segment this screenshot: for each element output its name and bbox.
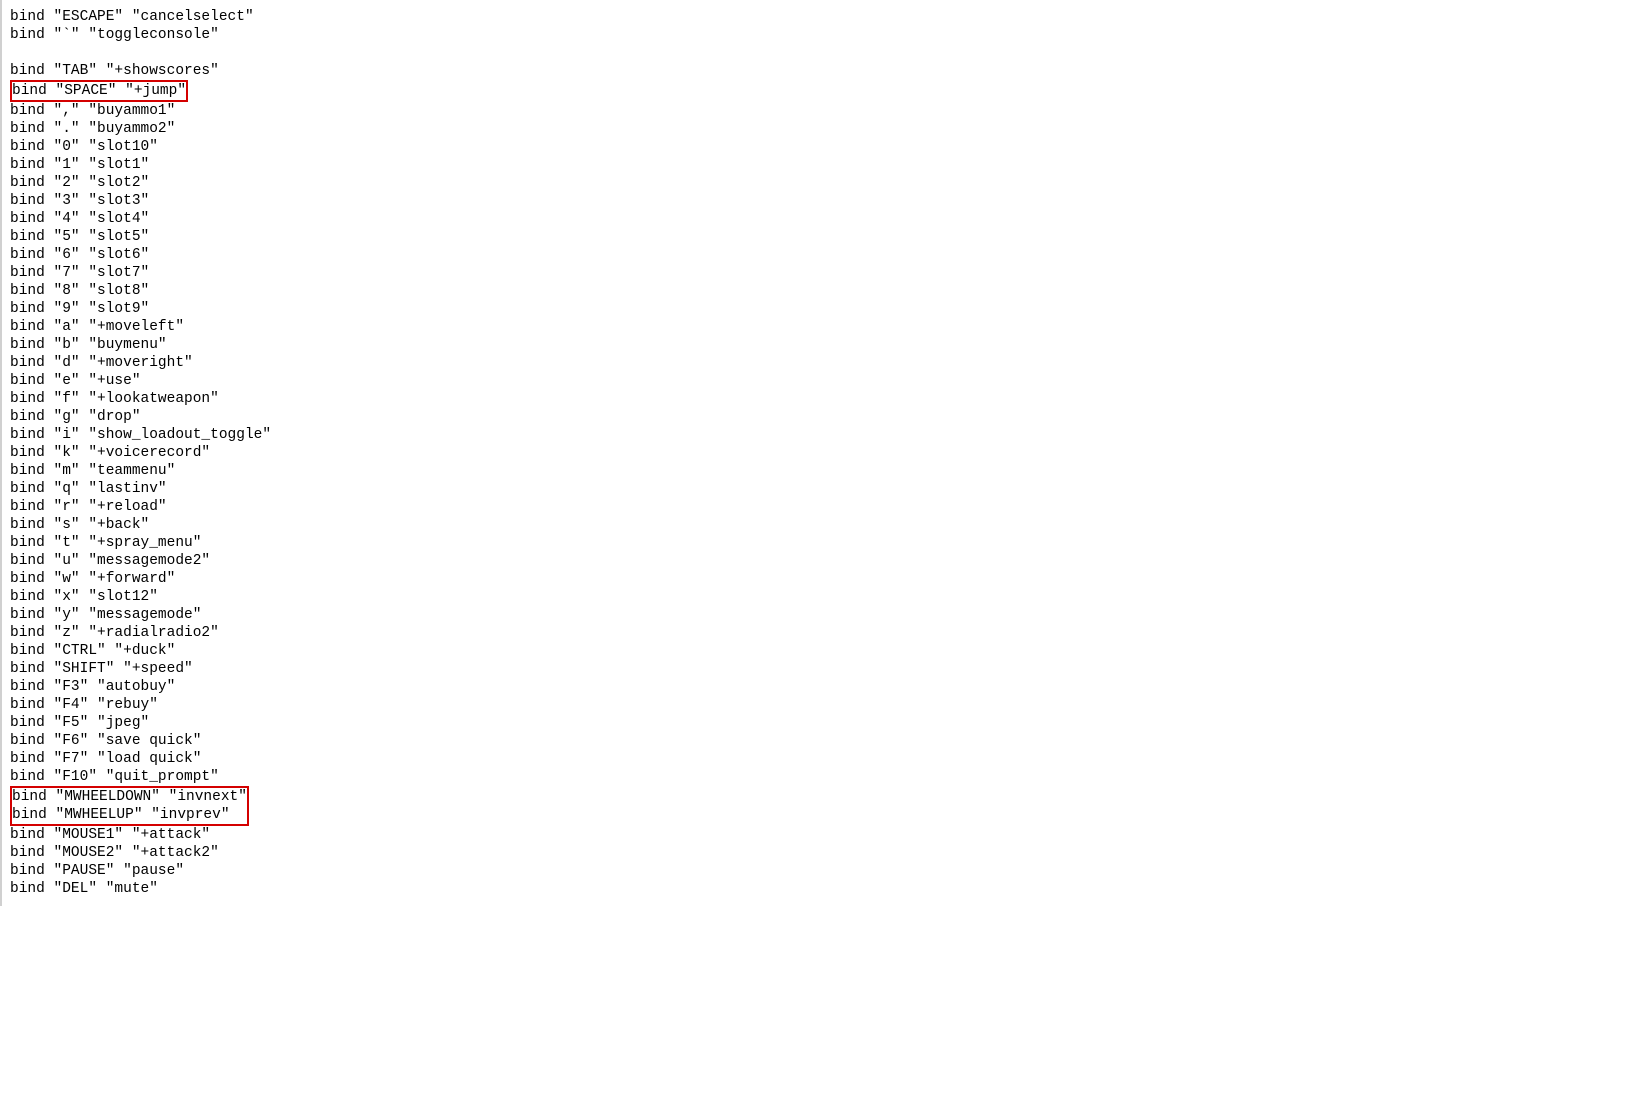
config-line: bind "e" "+use" [10,372,1624,390]
config-line: bind "MOUSE1" "+attack" [10,826,1624,844]
config-line: bind "," "buyammo1" [10,102,1624,120]
config-line: bind "TAB" "+showscores" [10,62,1624,80]
config-line: bind "." "buyammo2" [10,120,1624,138]
config-line: bind "s" "+back" [10,516,1624,534]
config-line: bind "y" "messagemode" [10,606,1624,624]
config-line: bind "2" "slot2" [10,174,1624,192]
config-line: bind "i" "show_loadout_toggle" [10,426,1624,444]
config-line: bind "u" "messagemode2" [10,552,1624,570]
config-line: bind "4" "slot4" [10,210,1624,228]
config-line: bind "F4" "rebuy" [10,696,1624,714]
config-text: bind "ESCAPE" "cancelselect"bind "`" "to… [10,8,1624,898]
config-line: bind "3" "slot3" [10,192,1624,210]
config-line: bind "`" "toggleconsole" [10,26,1624,44]
config-line: bind "0" "slot10" [10,138,1624,156]
config-line: bind "CTRL" "+duck" [10,642,1624,660]
config-line: bind "m" "teammenu" [10,462,1624,480]
config-line: bind "x" "slot12" [10,588,1624,606]
highlight-box: bind "MWHEELDOWN" "invnext"bind "MWHEELU… [10,786,249,826]
config-line: bind "1" "slot1" [10,156,1624,174]
config-line: bind "8" "slot8" [10,282,1624,300]
config-line: bind "7" "slot7" [10,264,1624,282]
config-line: bind "d" "+moveright" [10,354,1624,372]
config-line: bind "k" "+voicerecord" [10,444,1624,462]
config-line: bind "f" "+lookatweapon" [10,390,1624,408]
config-line: bind "MWHEELDOWN" "invnext" [12,788,247,806]
config-line: bind "r" "+reload" [10,498,1624,516]
config-line: bind "MOUSE2" "+attack2" [10,844,1624,862]
config-line [10,44,1624,62]
config-line: bind "t" "+spray_menu" [10,534,1624,552]
config-line: bind "F3" "autobuy" [10,678,1624,696]
config-line: bind "MWHEELUP" "invprev" [12,806,247,824]
config-line: bind "g" "drop" [10,408,1624,426]
config-line: bind "w" "+forward" [10,570,1624,588]
config-line: bind "F6" "save quick" [10,732,1624,750]
config-line: bind "PAUSE" "pause" [10,862,1624,880]
highlight-box: bind "SPACE" "+jump" [10,80,188,102]
config-line: bind "a" "+moveleft" [10,318,1624,336]
config-line: bind "5" "slot5" [10,228,1624,246]
config-line: bind "F7" "load quick" [10,750,1624,768]
config-line: bind "F10" "quit_prompt" [10,768,1624,786]
config-line: bind "DEL" "mute" [10,880,1624,898]
config-line: bind "6" "slot6" [10,246,1624,264]
config-line: bind "ESCAPE" "cancelselect" [10,8,1624,26]
config-line: bind "SHIFT" "+speed" [10,660,1624,678]
config-line: bind "9" "slot9" [10,300,1624,318]
config-line: bind "q" "lastinv" [10,480,1624,498]
config-line: bind "b" "buymenu" [10,336,1624,354]
config-line: bind "F5" "jpeg" [10,714,1624,732]
config-line: bind "z" "+radialradio2" [10,624,1624,642]
